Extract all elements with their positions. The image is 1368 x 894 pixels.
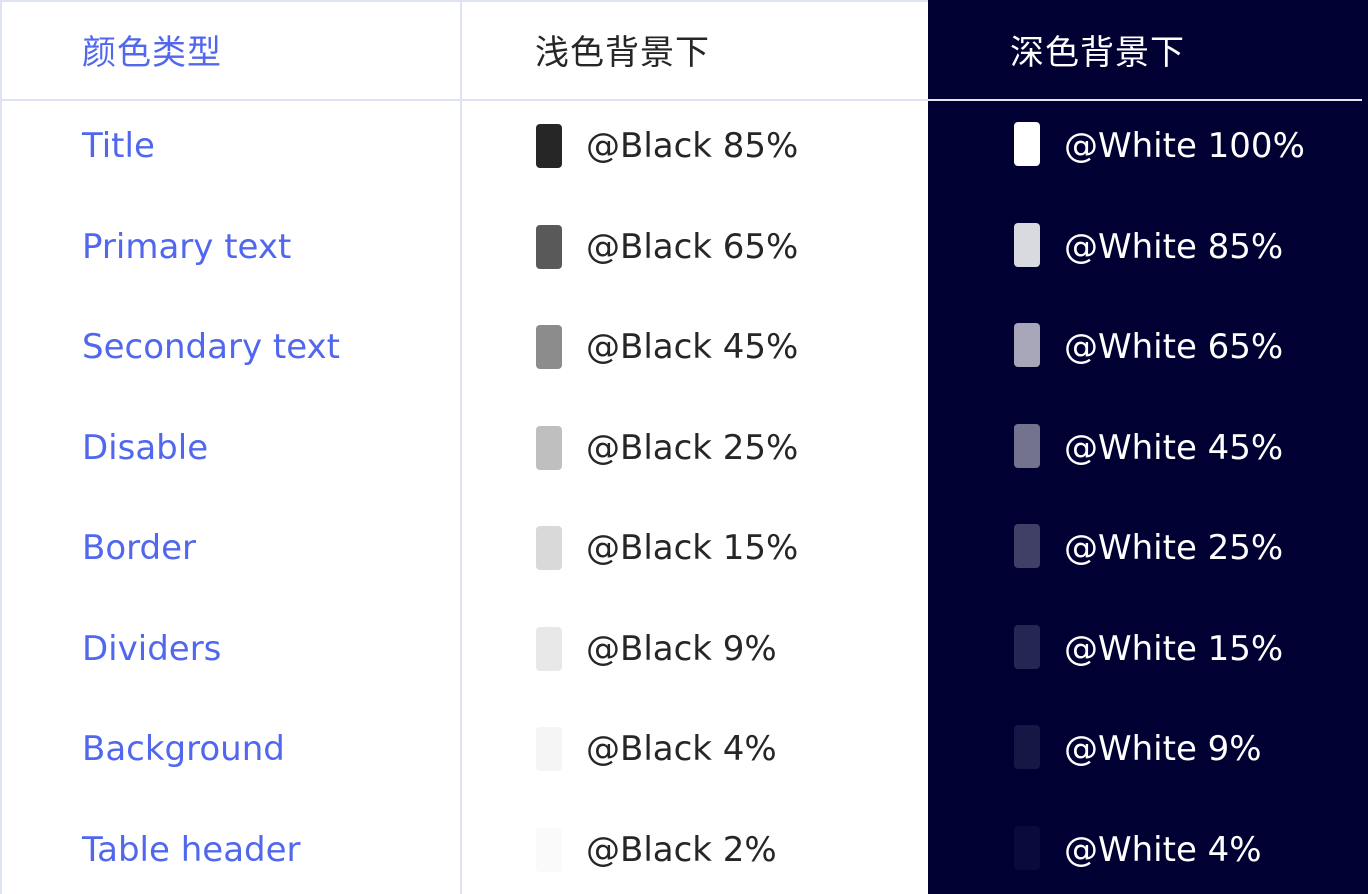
light-color-value: @Black 25% [586, 427, 799, 468]
color-type-label: Primary text [82, 226, 292, 267]
dark-color-value: @White 25% [1064, 528, 1284, 568]
color-spec-table: 颜色类型 浅色背景下 深色背景下 Title @Black 85% @White 1… [0, 0, 1368, 894]
color-type-label: Border [82, 528, 196, 568]
light-color-swatch [536, 827, 562, 872]
table-row: Dividers @Black 9% @White 15% [0, 603, 1368, 704]
light-color-swatch [536, 425, 562, 470]
light-color-swatch [536, 124, 562, 168]
table-row: Table header @Black 2% @White 4% [0, 804, 1368, 894]
light-color-swatch [536, 626, 562, 671]
table-row: Background @Black 4% @White 9% [0, 703, 1368, 804]
dark-color-value: @White 15% [1064, 628, 1284, 669]
table-row: Disable @Black 25% @White 45% [0, 402, 1368, 503]
light-color-value: @Black 9% [586, 628, 777, 669]
light-color-value: @Black 15% [586, 528, 799, 568]
header-color-type: 颜色类型 [82, 33, 222, 73]
dark-color-swatch [1014, 825, 1040, 870]
header-light-background: 浅色背景下 [535, 33, 710, 73]
dark-color-swatch [1014, 222, 1040, 267]
light-color-value: @Black 2% [586, 829, 777, 870]
dark-color-value: @White 4% [1064, 829, 1262, 870]
color-type-label: Disable [82, 427, 209, 468]
dark-color-value: @White 45% [1064, 427, 1284, 468]
table-body: Title @Black 85% @White 100% Primary text @B… [0, 100, 1368, 894]
color-type-label: Table header [82, 829, 301, 870]
table-row: Border @Black 15% @White 25% [0, 502, 1368, 603]
color-type-label: Dividers [82, 628, 222, 669]
light-color-swatch [536, 224, 562, 269]
table-row: Title @Black 85% @White 100% [0, 100, 1368, 201]
dark-color-swatch [1014, 423, 1040, 468]
header-dark-background: 深色背景下 [1010, 33, 1185, 73]
color-type-label: Secondary text [82, 327, 340, 367]
dark-color-swatch [1014, 725, 1040, 769]
color-type-label: Title [82, 126, 155, 166]
light-color-value: @Black 45% [586, 327, 799, 367]
light-color-swatch [536, 727, 562, 771]
light-color-value: @Black 85% [586, 126, 799, 166]
dark-color-swatch [1014, 624, 1040, 669]
table-row: Primary text @Black 65% @White 85% [0, 201, 1368, 302]
dark-color-swatch [1014, 323, 1040, 367]
dark-color-swatch [1014, 524, 1040, 568]
light-color-swatch [536, 325, 562, 369]
light-color-value: @Black 4% [586, 729, 777, 769]
dark-color-swatch [1014, 122, 1040, 166]
dark-color-value: @White 65% [1064, 327, 1284, 367]
color-type-label: Background [82, 729, 285, 769]
table-row: Secondary text @Black 45% @White 65% [0, 301, 1368, 402]
dark-color-value: @White 100% [1064, 126, 1305, 166]
light-color-value: @Black 65% [586, 226, 799, 267]
dark-color-value: @White 9% [1064, 729, 1262, 769]
light-color-swatch [536, 526, 562, 570]
dark-color-value: @White 85% [1064, 226, 1284, 267]
